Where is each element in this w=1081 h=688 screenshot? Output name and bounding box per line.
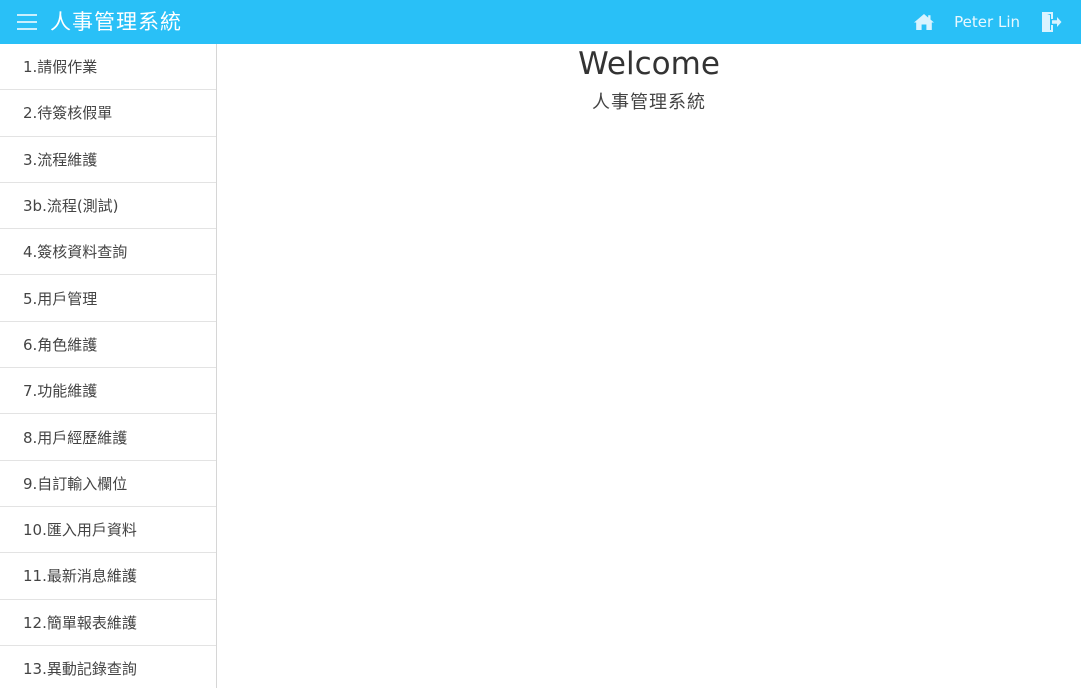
- sidebar-item-change-log-query[interactable]: 13.異動記錄查詢: [0, 646, 216, 688]
- main-content: Welcome 人事管理系統: [217, 44, 1081, 688]
- home-icon[interactable]: [913, 13, 935, 31]
- sidebar-item-user-management[interactable]: 5.用戶管理: [0, 275, 216, 322]
- sidebar-item-news-maintenance[interactable]: 11.最新消息維護: [0, 553, 216, 600]
- sidebar-item-workflow-maintenance[interactable]: 3.流程維護: [0, 137, 216, 183]
- menu-line: [17, 28, 37, 30]
- sidebar-item-function-maintenance[interactable]: 7.功能維護: [0, 368, 216, 415]
- sidebar-item-workflow-test[interactable]: 3b.流程(測試): [0, 183, 216, 230]
- app-title[interactable]: 人事管理系統: [50, 0, 182, 44]
- welcome-subheading: 人事管理系統: [592, 92, 706, 113]
- sidebar-item-approval-query[interactable]: 4.簽核資料查詢: [0, 229, 216, 276]
- sidebar-menu: 1.請假作業 2.待簽核假單 3.流程維護 3b.流程(測試) 4.簽核資料查詢…: [0, 44, 217, 688]
- menu-line: [17, 14, 37, 16]
- sidebar-item-role-maintenance[interactable]: 6.角色維護: [0, 322, 216, 369]
- welcome-heading: Welcome: [578, 46, 720, 82]
- menu-line: [17, 21, 37, 23]
- sidebar-item-pending-approvals[interactable]: 2.待簽核假單: [0, 90, 216, 137]
- hamburger-menu-icon[interactable]: [17, 14, 37, 30]
- sidebar-item-custom-fields[interactable]: 9.自訂輸入欄位: [0, 461, 216, 507]
- sidebar-item-report-maintenance[interactable]: 12.簡單報表維護: [0, 600, 216, 646]
- logout-icon[interactable]: [1040, 11, 1062, 33]
- sidebar-item-leave-application[interactable]: 1.請假作業: [0, 44, 216, 91]
- top-navbar: 人事管理系統 Peter Lin: [0, 0, 1081, 44]
- user-name[interactable]: Peter Lin: [954, 13, 1020, 31]
- sidebar-item-user-history[interactable]: 8.用戶經歷維護: [0, 414, 216, 461]
- sidebar-item-import-users[interactable]: 10.匯入用戶資料: [0, 507, 216, 554]
- topbar-right: Peter Lin: [913, 0, 1081, 44]
